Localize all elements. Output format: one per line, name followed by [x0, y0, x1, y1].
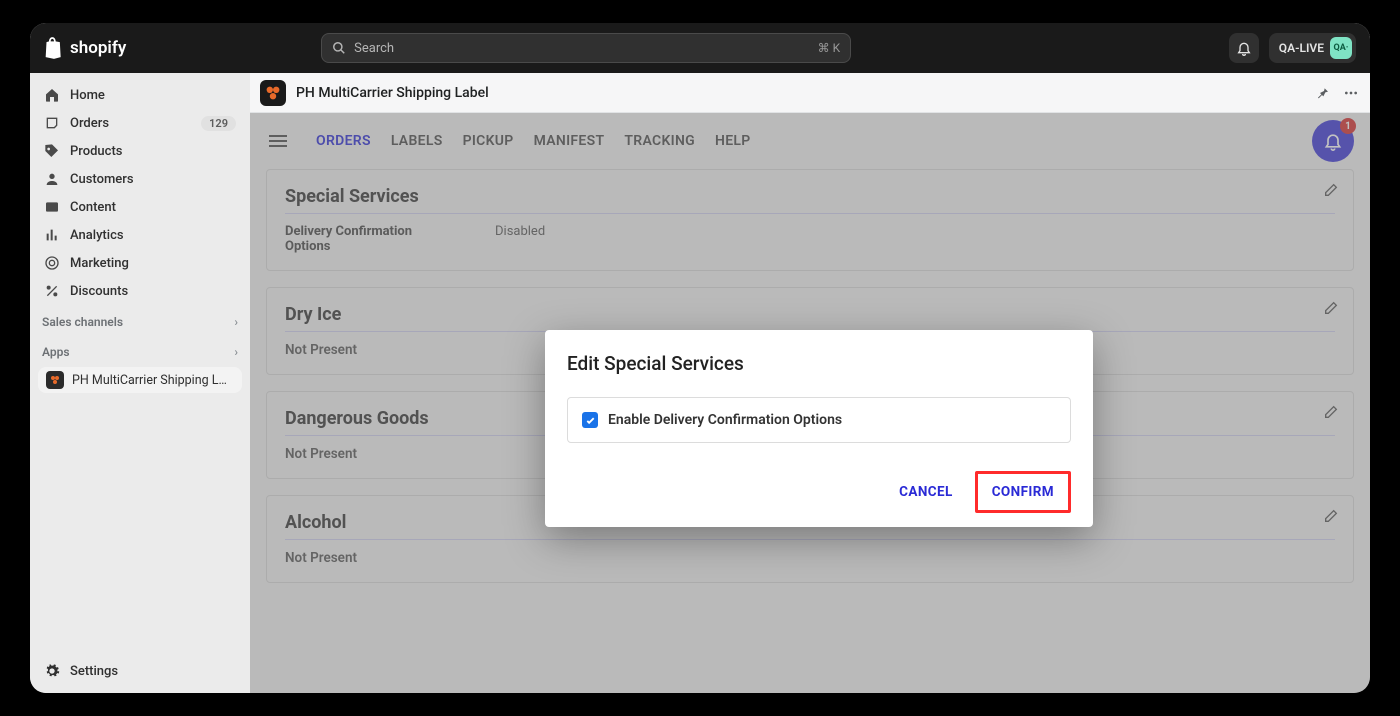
tenant-avatar: QA· — [1330, 37, 1352, 59]
sidebar-section-apps[interactable]: Apps › — [30, 335, 250, 365]
checkbox-row[interactable]: Enable Delivery Confirmation Options — [567, 397, 1071, 443]
chart-bar-icon — [44, 227, 60, 243]
embedded-app-header: PH MultiCarrier Shipping Label — [250, 73, 1370, 113]
search-icon — [332, 41, 346, 55]
inbox-icon — [44, 115, 60, 131]
app-title: PH MultiCarrier Shipping Label — [296, 85, 489, 101]
more-icon[interactable] — [1342, 85, 1360, 101]
sidebar: Home Orders 129 Products Customers — [30, 73, 250, 693]
person-icon — [44, 171, 60, 187]
sidebar-item-label: Products — [70, 144, 122, 159]
sidebar-item-label: Customers — [70, 172, 134, 187]
topbar-right: QA-LIVE QA· — [1229, 33, 1356, 63]
sidebar-item-analytics[interactable]: Analytics — [36, 221, 244, 249]
app-icon — [46, 371, 64, 389]
sidebar-item-label: Content — [70, 200, 116, 215]
topbar: shopify Search ⌘ K QA-LIVE QA· — [30, 23, 1370, 73]
pin-icon[interactable] — [1314, 85, 1330, 101]
chevron-right-icon: › — [234, 315, 238, 329]
modal-actions: CANCEL CONFIRM — [567, 471, 1071, 513]
sidebar-footer: Settings — [30, 649, 250, 693]
shopify-bag-icon — [44, 37, 64, 59]
sidebar-item-label: Marketing — [70, 256, 129, 271]
sidebar-section-sales-channels[interactable]: Sales channels › — [30, 305, 250, 335]
checkbox-label: Enable Delivery Confirmation Options — [608, 412, 842, 428]
section-label: Sales channels — [42, 315, 123, 329]
checkbox-checked-icon[interactable] — [582, 412, 598, 428]
percent-icon — [44, 283, 60, 299]
sidebar-item-label: Analytics — [70, 228, 124, 243]
sidebar-item-label: Orders — [70, 116, 109, 131]
orders-count-badge: 129 — [201, 116, 236, 131]
tag-icon — [44, 143, 60, 159]
sidebar-settings[interactable]: Settings — [36, 655, 244, 687]
section-label: Apps — [42, 345, 70, 359]
search-shortcut: ⌘ K — [818, 41, 841, 55]
brand-logo[interactable]: shopify — [44, 37, 126, 59]
chevron-right-icon: › — [234, 345, 238, 359]
sidebar-app-ph-multicarrier[interactable]: PH MultiCarrier Shipping L… — [38, 367, 242, 393]
gear-icon — [44, 663, 60, 679]
sidebar-item-orders[interactable]: Orders 129 — [36, 109, 244, 137]
sidebar-item-customers[interactable]: Customers — [36, 165, 244, 193]
target-icon — [44, 255, 60, 271]
search-input[interactable]: Search ⌘ K — [321, 33, 851, 63]
app-icon — [260, 80, 286, 106]
search-placeholder: Search — [354, 41, 394, 56]
tenant-label: QA-LIVE — [1279, 41, 1324, 55]
sidebar-primary-list: Home Orders 129 Products Customers — [30, 81, 250, 305]
image-icon — [44, 199, 60, 215]
home-icon — [44, 87, 60, 103]
sidebar-item-label: Home — [70, 88, 105, 103]
brand-text: shopify — [70, 38, 126, 58]
tenant-switcher[interactable]: QA-LIVE QA· — [1269, 33, 1356, 63]
confirm-button[interactable]: CONFIRM — [975, 471, 1071, 513]
cancel-button[interactable]: CANCEL — [885, 474, 967, 510]
sidebar-item-marketing[interactable]: Marketing — [36, 249, 244, 277]
app-header-actions — [1314, 85, 1360, 101]
app-label: PH MultiCarrier Shipping L… — [72, 373, 227, 388]
sidebar-item-label: Discounts — [70, 284, 128, 299]
app-window: shopify Search ⌘ K QA-LIVE QA· Home — [30, 23, 1370, 693]
check-icon — [585, 415, 596, 426]
notifications-button[interactable] — [1229, 33, 1259, 63]
sidebar-item-discounts[interactable]: Discounts — [36, 277, 244, 305]
bell-icon — [1236, 40, 1252, 56]
sidebar-item-home[interactable]: Home — [36, 81, 244, 109]
sidebar-item-products[interactable]: Products — [36, 137, 244, 165]
sidebar-item-content[interactable]: Content — [36, 193, 244, 221]
modal-title: Edit Special Services — [567, 352, 1071, 375]
modal-edit-special-services: Edit Special Services Enable Delivery Co… — [545, 330, 1093, 527]
settings-label: Settings — [70, 664, 118, 679]
